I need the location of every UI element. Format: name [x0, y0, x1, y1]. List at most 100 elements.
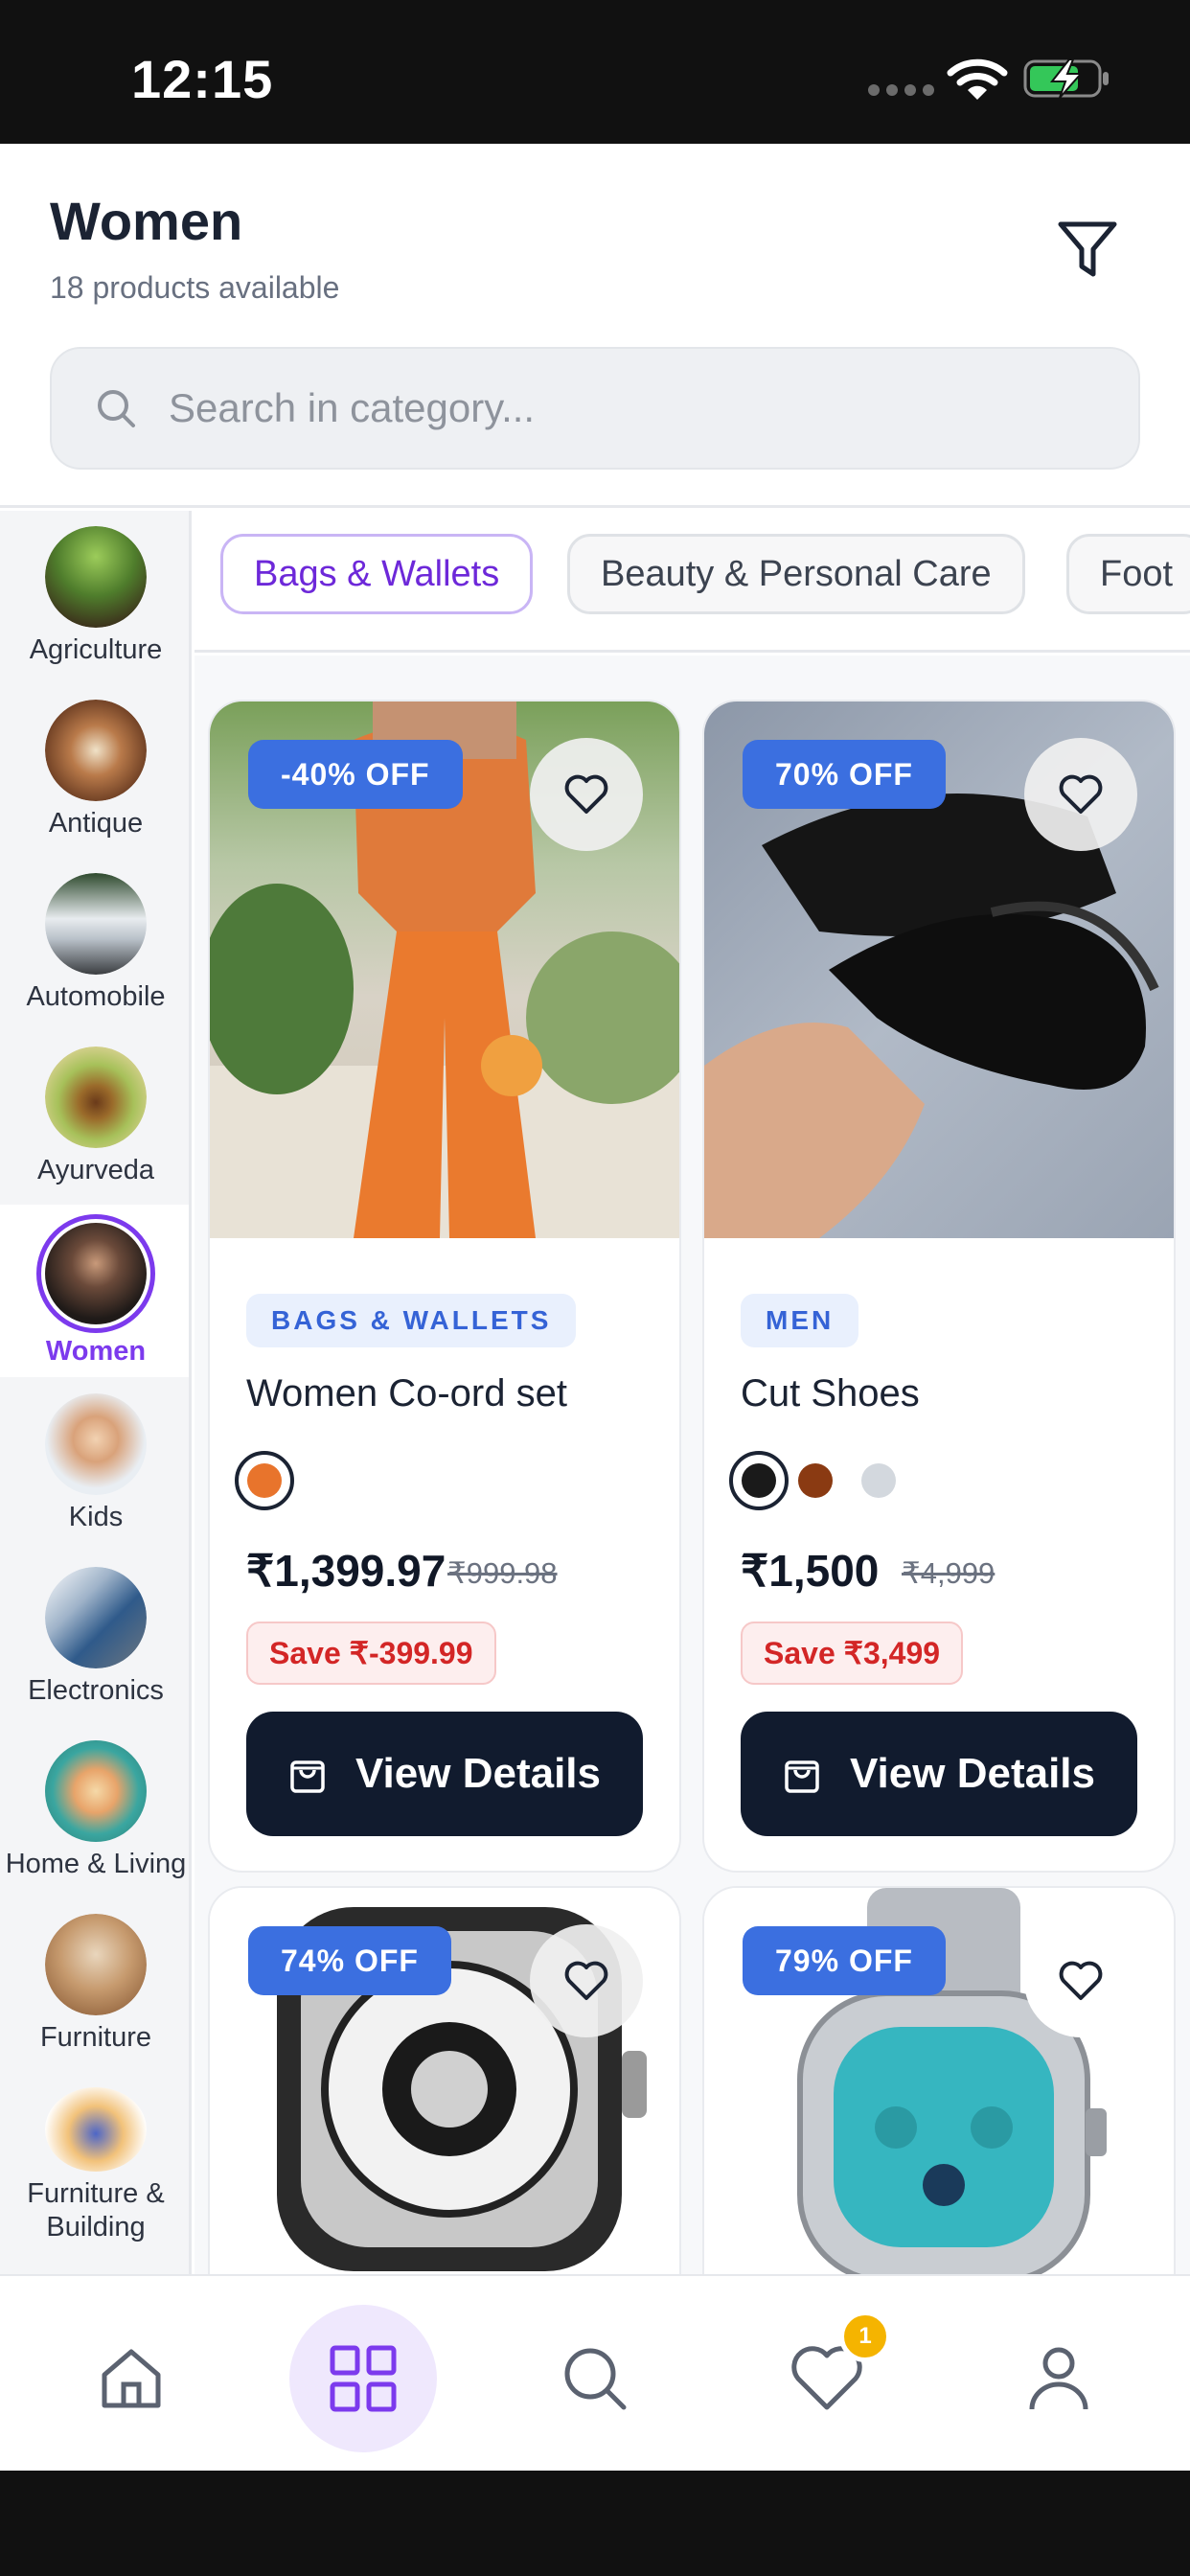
wishlist-button[interactable]	[1024, 1924, 1137, 2037]
sidebar-item-label: Kids	[68, 1502, 124, 1532]
chip-footwear[interactable]: Foot	[1066, 534, 1190, 614]
wifi-icon	[947, 58, 1008, 100]
color-swatches	[729, 1451, 896, 1510]
category-sidebar[interactable]: Agriculture Antique Automobile Ayurveda …	[0, 511, 192, 2274]
product-card[interactable]: 79% OFF	[702, 1886, 1176, 2275]
user-icon	[1029, 2347, 1088, 2410]
search-icon	[564, 2348, 627, 2410]
wishlist-button[interactable]	[530, 738, 643, 851]
heart-icon	[564, 1961, 608, 2000]
home-living-thumb	[45, 1740, 147, 1842]
view-details-button[interactable]: View Details	[741, 1712, 1137, 1836]
wishlist-button[interactable]	[530, 1924, 643, 2037]
agriculture-thumb	[45, 526, 147, 628]
battery-charging-icon	[1023, 58, 1109, 99]
wishlist-count-badge: 1	[839, 2311, 891, 2362]
heart-icon	[564, 774, 608, 814]
tab-profile[interactable]	[985, 2305, 1133, 2452]
home-indicator-area	[0, 2471, 1190, 2576]
sidebar-item-label: Agriculture	[29, 634, 163, 665]
discount-badge: 70% OFF	[743, 740, 946, 809]
search-icon	[92, 384, 140, 432]
discount-badge: -40% OFF	[248, 740, 463, 809]
sidebar-item-women[interactable]: Women	[0, 1205, 189, 1377]
page-title: Women	[50, 191, 243, 251]
subcategory-chips: Bags & Wallets Beauty & Personal Care Fo…	[195, 511, 1190, 653]
product-grid: -40% OFF BAGS & WALLETS Women Co-ord set…	[195, 656, 1190, 2275]
color-swatch-selected[interactable]	[729, 1451, 789, 1510]
sidebar-item-label: Furniture	[39, 2022, 152, 2053]
screen: 12:15 Women 18 products available Search…	[0, 0, 1190, 2576]
sidebar-item-agriculture[interactable]: Agriculture	[0, 511, 189, 683]
sidebar-item-label: Antique	[48, 808, 144, 839]
chip-beauty-personal-care[interactable]: Beauty & Personal Care	[567, 534, 1025, 614]
shopping-bag-icon	[290, 1760, 325, 1793]
furniture-building-thumb	[45, 2087, 147, 2172]
heart-icon	[1059, 1961, 1103, 2000]
chip-bags-wallets[interactable]: Bags & Wallets	[220, 534, 534, 614]
electronics-thumb	[45, 1567, 147, 1668]
product-card[interactable]: 70% OFF MEN Cut Shoes ₹1,500 ₹4,999 Save…	[702, 700, 1176, 1873]
search-bar[interactable]	[50, 347, 1140, 470]
product-name: Cut Shoes	[741, 1372, 920, 1414]
search-input[interactable]	[169, 385, 1138, 431]
sidebar-item-label: Automobile	[26, 981, 166, 1012]
ayurveda-thumb	[45, 1046, 147, 1148]
sidebar-item-home-living[interactable]: Home & Living	[0, 1725, 189, 1898]
bottom-tab-bar: 1	[0, 2274, 1190, 2471]
shopping-bag-icon	[785, 1760, 819, 1793]
original-price: ₹999.98	[447, 1556, 558, 1590]
product-card[interactable]: -40% OFF BAGS & WALLETS Women Co-ord set…	[208, 700, 681, 1873]
header: Women 18 products available	[0, 144, 1190, 508]
product-name: Women Co-ord set	[246, 1372, 567, 1414]
view-details-label: View Details	[355, 1750, 601, 1797]
tab-search[interactable]	[521, 2305, 669, 2452]
sidebar-item-label: Home & Living	[5, 1849, 187, 1879]
product-price: ₹1,399.97	[246, 1546, 446, 1596]
product-card[interactable]: 74% OFF	[208, 1886, 681, 2275]
tab-categories[interactable]	[289, 2305, 437, 2452]
category-tag: MEN	[741, 1294, 859, 1347]
color-swatch[interactable]	[861, 1463, 896, 1498]
sidebar-item-kids[interactable]: Kids	[0, 1378, 189, 1551]
view-details-label: View Details	[850, 1750, 1095, 1797]
view-details-button[interactable]: View Details	[246, 1712, 643, 1836]
savings-tag: Save ₹-399.99	[246, 1622, 496, 1685]
wishlist-button[interactable]	[1024, 738, 1137, 851]
women-thumb	[36, 1214, 155, 1333]
category-tag: BAGS & WALLETS	[246, 1294, 577, 1347]
sidebar-item-label: Furniture & Building	[27, 2178, 165, 2242]
tab-wishlist[interactable]: 1	[753, 2305, 901, 2452]
antique-thumb	[45, 700, 147, 801]
grid-icon	[330, 2345, 397, 2412]
product-price: ₹1,500	[741, 1546, 880, 1596]
filter-icon	[1058, 221, 1117, 277]
sidebar-item-electronics[interactable]: Electronics	[0, 1552, 189, 1724]
kids-thumb	[45, 1393, 147, 1495]
status-bar: 12:15	[0, 0, 1190, 144]
discount-badge: 74% OFF	[248, 1926, 451, 1995]
sidebar-item-furniture-building[interactable]: Furniture & Building	[0, 2072, 189, 2244]
discount-badge: 79% OFF	[743, 1926, 946, 1995]
sidebar-item-antique[interactable]: Antique	[0, 684, 189, 857]
sidebar-item-ayurveda[interactable]: Ayurveda	[0, 1031, 189, 1204]
home-icon	[102, 2349, 161, 2408]
sidebar-item-furniture[interactable]: Furniture	[0, 1898, 189, 2071]
signal-icon	[868, 84, 934, 96]
color-swatch[interactable]	[798, 1463, 833, 1498]
heart-icon	[1059, 774, 1103, 814]
savings-tag: Save ₹3,499	[741, 1622, 964, 1685]
sidebar-item-label: Electronics	[28, 1675, 164, 1706]
product-count: 18 products available	[50, 270, 340, 305]
tab-home[interactable]	[57, 2305, 205, 2452]
status-time: 12:15	[131, 49, 274, 109]
color-swatches	[235, 1451, 294, 1510]
sidebar-item-label: Ayurveda	[37, 1155, 154, 1185]
automobile-thumb	[45, 873, 147, 975]
sidebar-item-label: Women	[45, 1336, 147, 1367]
filter-button[interactable]	[1044, 207, 1131, 293]
sidebar-item-automobile[interactable]: Automobile	[0, 858, 189, 1030]
color-swatch-selected[interactable]	[235, 1451, 294, 1510]
furniture-thumb	[45, 1914, 147, 2015]
original-price: ₹4,999	[902, 1556, 995, 1590]
